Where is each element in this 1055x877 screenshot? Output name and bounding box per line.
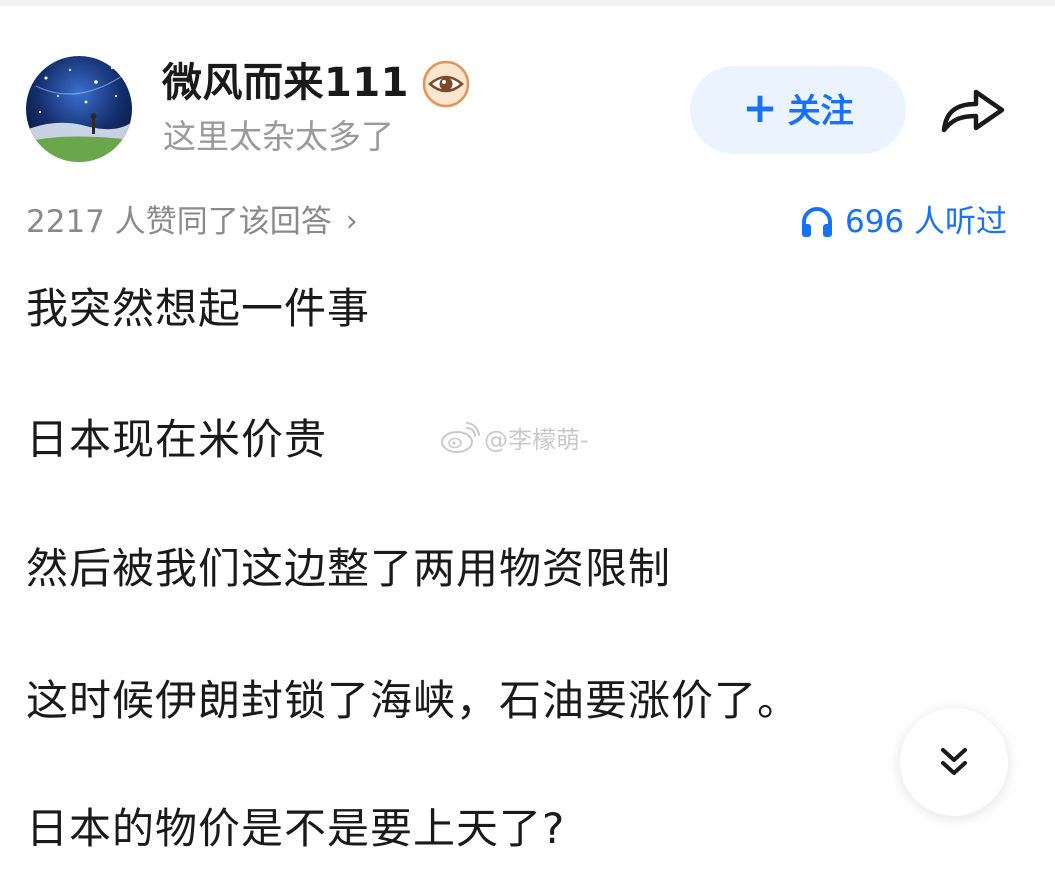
eye-badge-icon[interactable] [421, 59, 471, 109]
answer-paragraph: 这时候伊朗封锁了海峡，石油要涨价了。 [26, 676, 801, 725]
weibo-watermark: @李檬萌- [440, 420, 589, 455]
answer-paragraph: 日本现在米价贵 [26, 415, 328, 464]
listen-count-text: 696 人听过 [844, 204, 1007, 240]
chevron-right-icon: › [345, 204, 358, 239]
headphone-icon [801, 207, 832, 237]
avatar[interactable] [26, 56, 132, 162]
follow-label: 关注 [787, 90, 854, 130]
author-description: 这里太杂太多了 [163, 117, 394, 156]
upvote-count-text: 2217 人赞同了该回答 [26, 204, 332, 240]
answer-paragraph: 日本的物价是不是要上天了? [26, 804, 566, 853]
plus-icon: + [742, 83, 778, 132]
share-arrow-icon[interactable] [938, 82, 1008, 138]
follow-button[interactable]: + 关注 [690, 66, 906, 154]
top-divider [0, 0, 1055, 6]
listen-count[interactable]: 696 人听过 [799, 200, 1007, 244]
watermark-text: @李檬萌- [484, 426, 589, 454]
weibo-icon [441, 421, 480, 453]
scroll-down-button[interactable] [900, 708, 1008, 816]
starry-night-avatar [26, 56, 132, 162]
answer-paragraph: 然后被我们这边整了两用物资限制 [26, 544, 672, 593]
double-chevron-down-icon [941, 748, 967, 775]
upvote-count-link[interactable]: 2217 人赞同了该回答 › [26, 200, 358, 244]
answer-paragraph: 我突然想起一件事 [26, 284, 371, 333]
author-name[interactable]: 微风而来111 [162, 56, 409, 110]
